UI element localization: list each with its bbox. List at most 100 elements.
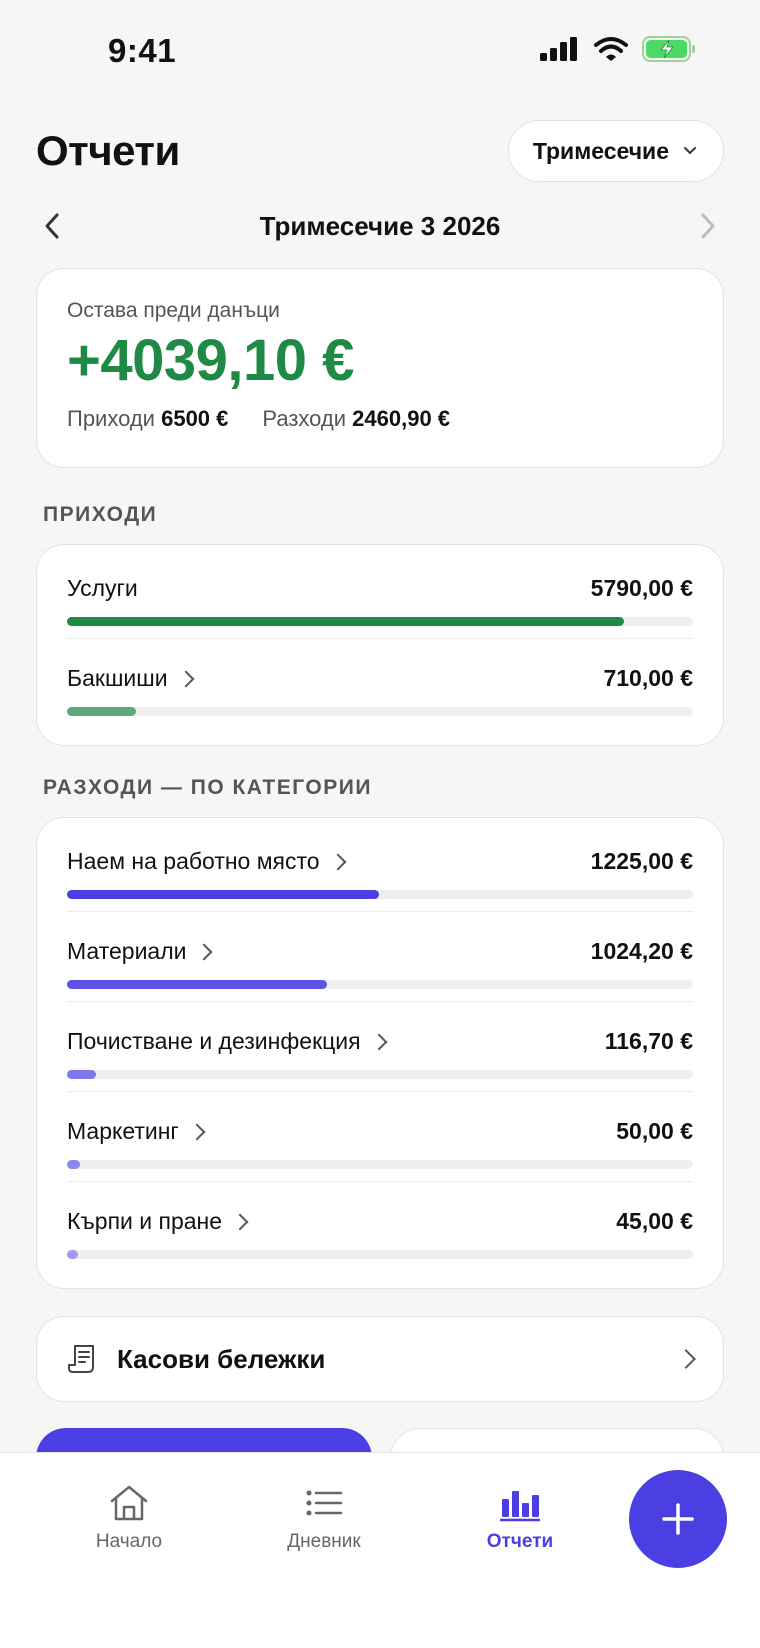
expense-card: Наем на работно място 1225,00 € Материали 1… xyxy=(36,817,724,1289)
divider xyxy=(67,1091,693,1092)
expense-row[interactable]: Маркетинг 50,00 € xyxy=(67,1118,693,1178)
expense-name: Материали xyxy=(67,938,213,965)
battery-charging-icon xyxy=(642,36,695,62)
divider xyxy=(67,1001,693,1002)
chevron-right-icon xyxy=(329,853,347,870)
income-row[interactable]: Услуги 5790,00 € xyxy=(67,575,693,635)
expense-bar-fill xyxy=(67,980,328,989)
expense-bar-fill xyxy=(67,1250,79,1259)
period-nav: Тримесечие 3 2026 xyxy=(36,205,724,247)
expense-bar-track xyxy=(67,1070,693,1079)
tab-journal[interactable]: Дневник xyxy=(254,1483,394,1553)
expense-amount: 50,00 € xyxy=(616,1118,693,1144)
expense-row[interactable]: Почистване и дезинфекция 116,70 € xyxy=(67,1028,693,1088)
expense-row-header: Кърпи и пране 45,00 € xyxy=(67,1208,693,1235)
tab-home[interactable]: Начало xyxy=(59,1483,199,1553)
period-select-label: Тримесечие xyxy=(532,137,669,164)
expense-amount: 1024,20 € xyxy=(590,938,693,964)
status-bar: 9:41 xyxy=(0,0,760,100)
expense-amount: 116,70 € xyxy=(604,1028,693,1054)
tab-reports[interactable]: Отчети xyxy=(450,1483,590,1553)
divider xyxy=(67,911,693,912)
expense-name: Почистване и дезинфекция xyxy=(67,1028,388,1055)
chevron-right-icon xyxy=(676,1349,696,1369)
income-section-title: ПРИХОДИ xyxy=(43,503,158,526)
expense-name-text: Маркетинг xyxy=(67,1118,179,1144)
income-value: 6500 € xyxy=(161,406,229,431)
tab-journal-label: Дневник xyxy=(287,1531,361,1552)
expense-bar-fill xyxy=(67,1160,80,1169)
expense-bar-fill xyxy=(67,890,379,899)
divider xyxy=(67,1181,693,1182)
receipts-row[interactable]: Касови бележки xyxy=(36,1316,724,1402)
chevron-right-icon xyxy=(231,1213,249,1230)
income-row-header: Услуги 5790,00 € xyxy=(67,575,693,602)
income-amount: 5790,00 € xyxy=(590,575,693,601)
chevron-right-icon xyxy=(195,943,213,960)
income-amount: 710,00 € xyxy=(603,665,693,691)
plus-icon xyxy=(662,1503,694,1535)
expense-name: Кърпи и пране xyxy=(67,1208,249,1235)
expense-bar-fill xyxy=(67,1070,97,1079)
expense-bar-track xyxy=(67,1250,693,1259)
expense-row[interactable]: Материали 1024,20 € xyxy=(67,938,693,998)
expense-row-header: Наем на работно място 1225,00 € xyxy=(67,848,693,875)
expense-amount: 1225,00 € xyxy=(590,848,693,874)
income-card: Услуги 5790,00 € Бакшиши 710,00 € xyxy=(36,544,724,746)
receipt-icon xyxy=(68,1345,94,1373)
bar-chart-icon xyxy=(500,1491,540,1522)
income-row[interactable]: Бакшиши 710,00 € xyxy=(67,665,693,725)
expense-row[interactable]: Кърпи и пране 45,00 € xyxy=(67,1208,693,1268)
income-bar-track xyxy=(67,707,693,716)
income-name-text: Бакшиши xyxy=(67,665,168,691)
chevron-right-icon xyxy=(188,1123,206,1140)
summary-card: Остава преди данъци +4039,10 € Приходи 6… xyxy=(36,268,724,468)
expense-bar-track xyxy=(67,1160,693,1169)
income-name: Бакшиши xyxy=(67,665,195,692)
expense-name-text: Почистване и дезинфекция xyxy=(67,1028,361,1054)
status-icons xyxy=(540,36,696,62)
income-bar-track xyxy=(67,617,693,626)
income-label: Приходи xyxy=(67,406,155,431)
summary-value: +4039,10 € xyxy=(67,328,354,393)
expense-bar-track xyxy=(67,890,693,899)
expense-label: Разходи xyxy=(262,406,347,431)
income-bar-fill xyxy=(67,707,136,716)
period-select[interactable]: Тримесечие xyxy=(507,120,724,182)
summary-caption: Остава преди данъци xyxy=(67,299,280,322)
expense-name-text: Наем на работно място xyxy=(67,848,320,874)
divider xyxy=(67,638,693,639)
expense-value: 2460,90 € xyxy=(352,406,451,431)
expense-row[interactable]: Наем на работно място 1225,00 € xyxy=(67,848,693,908)
expense-name-text: Кърпи и пране xyxy=(67,1208,223,1234)
status-time: 9:41 xyxy=(108,32,177,69)
chevron-down-icon xyxy=(684,147,696,155)
tab-home-label: Начало xyxy=(95,1531,163,1552)
summary-breakdown: Приходи 6500 € Разходи 2460,90 € xyxy=(67,406,693,432)
signal-icon xyxy=(540,37,577,61)
expense-bar-track xyxy=(67,980,693,989)
expense-name-text: Материали xyxy=(67,938,187,964)
chevron-right-icon[interactable] xyxy=(692,210,724,242)
period-label: Тримесечие 3 2026 xyxy=(259,210,501,241)
wifi-icon xyxy=(594,37,628,61)
expense-row-header: Почистване и дезинфекция 116,70 € xyxy=(67,1028,693,1055)
chevron-right-icon xyxy=(177,670,195,687)
expense-name: Маркетинг xyxy=(67,1118,206,1145)
chevron-right-icon xyxy=(370,1033,388,1050)
expense-amount: 45,00 € xyxy=(616,1208,693,1234)
header: Отчети Тримесечие xyxy=(36,118,724,184)
add-button[interactable] xyxy=(629,1470,727,1568)
income-name: Услуги xyxy=(67,575,138,602)
expense-section-title: РАЗХОДИ — ПО КАТЕГОРИИ xyxy=(43,776,372,799)
list-icon xyxy=(306,1490,343,1516)
expense-row-header: Маркетинг 50,00 € xyxy=(67,1118,693,1145)
income-bar-fill xyxy=(67,617,625,626)
chevron-left-icon[interactable] xyxy=(36,210,68,242)
income-row-header: Бакшиши 710,00 € xyxy=(67,665,693,692)
expense-row-header: Материали 1024,20 € xyxy=(67,938,693,965)
receipts-label: Касови бележки xyxy=(117,1343,326,1374)
page-title: Отчети xyxy=(36,127,180,174)
income-name-text: Услуги xyxy=(67,575,138,601)
home-icon xyxy=(110,1485,148,1521)
